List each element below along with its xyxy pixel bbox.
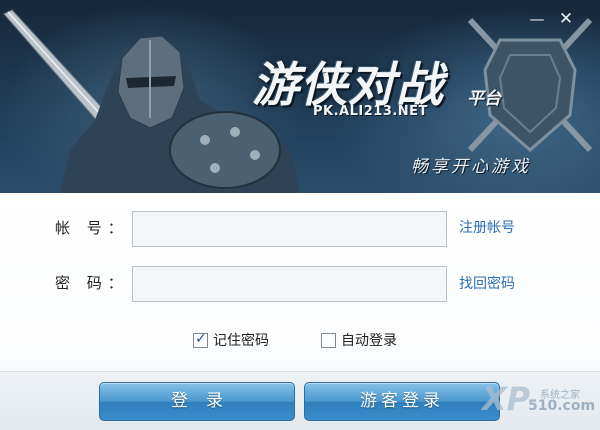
login-button[interactable]: 登录 <box>99 382 295 421</box>
register-link[interactable]: 注册帐号 <box>459 217 515 237</box>
close-icon: ✕ <box>558 9 574 29</box>
guest-login-button[interactable]: 游客登录 <box>304 382 500 421</box>
header-banner: — ✕ 游侠对战 平台 PK.ALI213.NET 畅享开心游戏 <box>0 0 600 193</box>
watermark-xp: XP <box>482 380 531 418</box>
password-label: 密 码： <box>55 274 129 292</box>
minimize-icon: — <box>529 10 545 28</box>
check-mark-icon: ✓ <box>195 330 207 347</box>
auto-login-label: 自动登录 <box>341 333 397 349</box>
watermark-logo: XP 系统之家 510.com <box>482 380 596 422</box>
app-url: PK.ALI213.NET <box>313 104 428 119</box>
checkbox-unchecked-icon <box>321 332 336 348</box>
remember-password-checkbox[interactable]: ✓ 记住密码 <box>193 330 269 350</box>
remember-password-label: 记住密码 <box>213 333 269 349</box>
account-input[interactable] <box>132 211 447 247</box>
minimize-button[interactable]: — <box>524 8 550 30</box>
app-title-suffix: 平台 <box>467 89 501 109</box>
auto-login-checkbox[interactable]: 自动登录 <box>321 330 397 350</box>
account-label: 帐 号： <box>55 219 129 237</box>
app-slogan: 畅享开心游戏 <box>411 157 531 177</box>
checkbox-checked-icon: ✓ <box>193 330 208 348</box>
close-button[interactable]: ✕ <box>553 8 579 30</box>
password-input[interactable] <box>132 266 447 302</box>
recover-password-link[interactable]: 找回密码 <box>459 273 515 293</box>
watermark-site: 510.com <box>528 398 596 414</box>
